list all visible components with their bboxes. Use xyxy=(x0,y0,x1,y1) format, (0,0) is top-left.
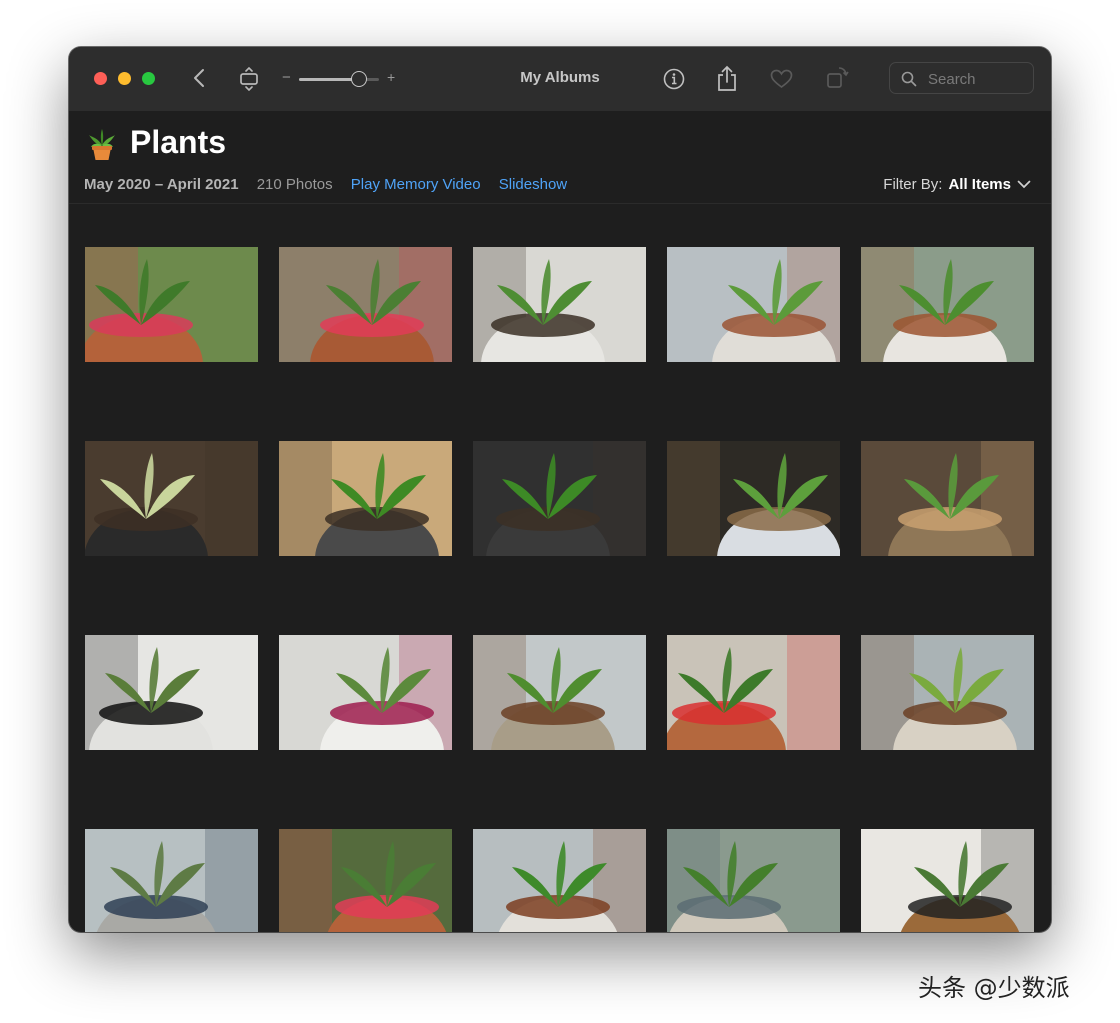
album-title: Plants xyxy=(130,124,227,160)
photo-thumbnail-red-flower-cactus-2[interactable] xyxy=(279,829,452,932)
photo-thumbnail-mulch-pot-seedling[interactable] xyxy=(473,829,646,932)
share-icon[interactable] xyxy=(715,64,739,92)
photo-thumbnail-cactus-with-clay-balls[interactable] xyxy=(279,247,452,362)
photo-thumbnail-living-room[interactable] xyxy=(861,829,1034,932)
filter-value: All Items xyxy=(948,176,1011,193)
photo-count: 210 Photos xyxy=(256,176,333,193)
rotate-icon[interactable] xyxy=(825,65,849,91)
album-header: Plants May 2020 – April 2021 210 Photos … xyxy=(69,111,1051,204)
titlebar: − + My Albums xyxy=(69,47,1051,112)
photo-thumbnail-red-flower-cactus[interactable] xyxy=(85,247,258,362)
photo-thumbnail-window-tomato-seedling[interactable] xyxy=(667,247,840,362)
photo-thumbnail-window-plant-grey-pot[interactable] xyxy=(473,635,646,750)
photo-thumbnail-coffee-plant-pot[interactable] xyxy=(473,441,646,556)
photo-thumbnail-white-pot-seedling[interactable] xyxy=(473,247,646,362)
heart-icon[interactable] xyxy=(769,68,793,90)
chevron-down-icon xyxy=(1017,176,1031,193)
slideshow-link[interactable]: Slideshow xyxy=(499,176,567,193)
photo-grid xyxy=(69,204,1051,932)
watermark: 头条 @少数派 xyxy=(918,974,1070,1002)
search-icon xyxy=(901,71,917,92)
info-icon[interactable] xyxy=(662,67,686,91)
photo-thumbnail-balcony-seedling[interactable] xyxy=(861,247,1034,362)
filter-menu[interactable]: Filter By: All Items xyxy=(883,176,1031,193)
photo-thumbnail-white-pot-shrub[interactable] xyxy=(279,635,452,750)
photo-thumbnail-basket-plants[interactable] xyxy=(667,441,840,556)
album-subline: May 2020 – April 2021 210 Photos Play Me… xyxy=(84,176,567,193)
search-field[interactable] xyxy=(889,62,1034,94)
search-input[interactable] xyxy=(926,68,1030,90)
potted-plant-icon xyxy=(85,127,119,161)
filter-label: Filter By: xyxy=(883,176,943,193)
photo-thumbnail-grey-pot-seedling[interactable] xyxy=(279,441,452,556)
photo-thumbnail-snake-plant[interactable] xyxy=(85,635,258,750)
date-range: May 2020 – April 2021 xyxy=(84,176,239,193)
photo-thumbnail-city-view-plant[interactable] xyxy=(861,635,1034,750)
photo-thumbnail-succulent-grey-pot[interactable] xyxy=(85,829,258,932)
photo-thumbnail-balcony-tomato[interactable] xyxy=(667,829,840,932)
photo-thumbnail-black-pot-sprout[interactable] xyxy=(85,441,258,556)
photos-window: − + My Albums Search Plants May 2020 – A… xyxy=(69,47,1051,932)
photo-thumbnail-wicker-basket-plant[interactable] xyxy=(861,441,1034,556)
play-memory-video-link[interactable]: Play Memory Video xyxy=(351,176,481,193)
photo-thumbnail-terracotta-pot-plant[interactable] xyxy=(667,635,840,750)
